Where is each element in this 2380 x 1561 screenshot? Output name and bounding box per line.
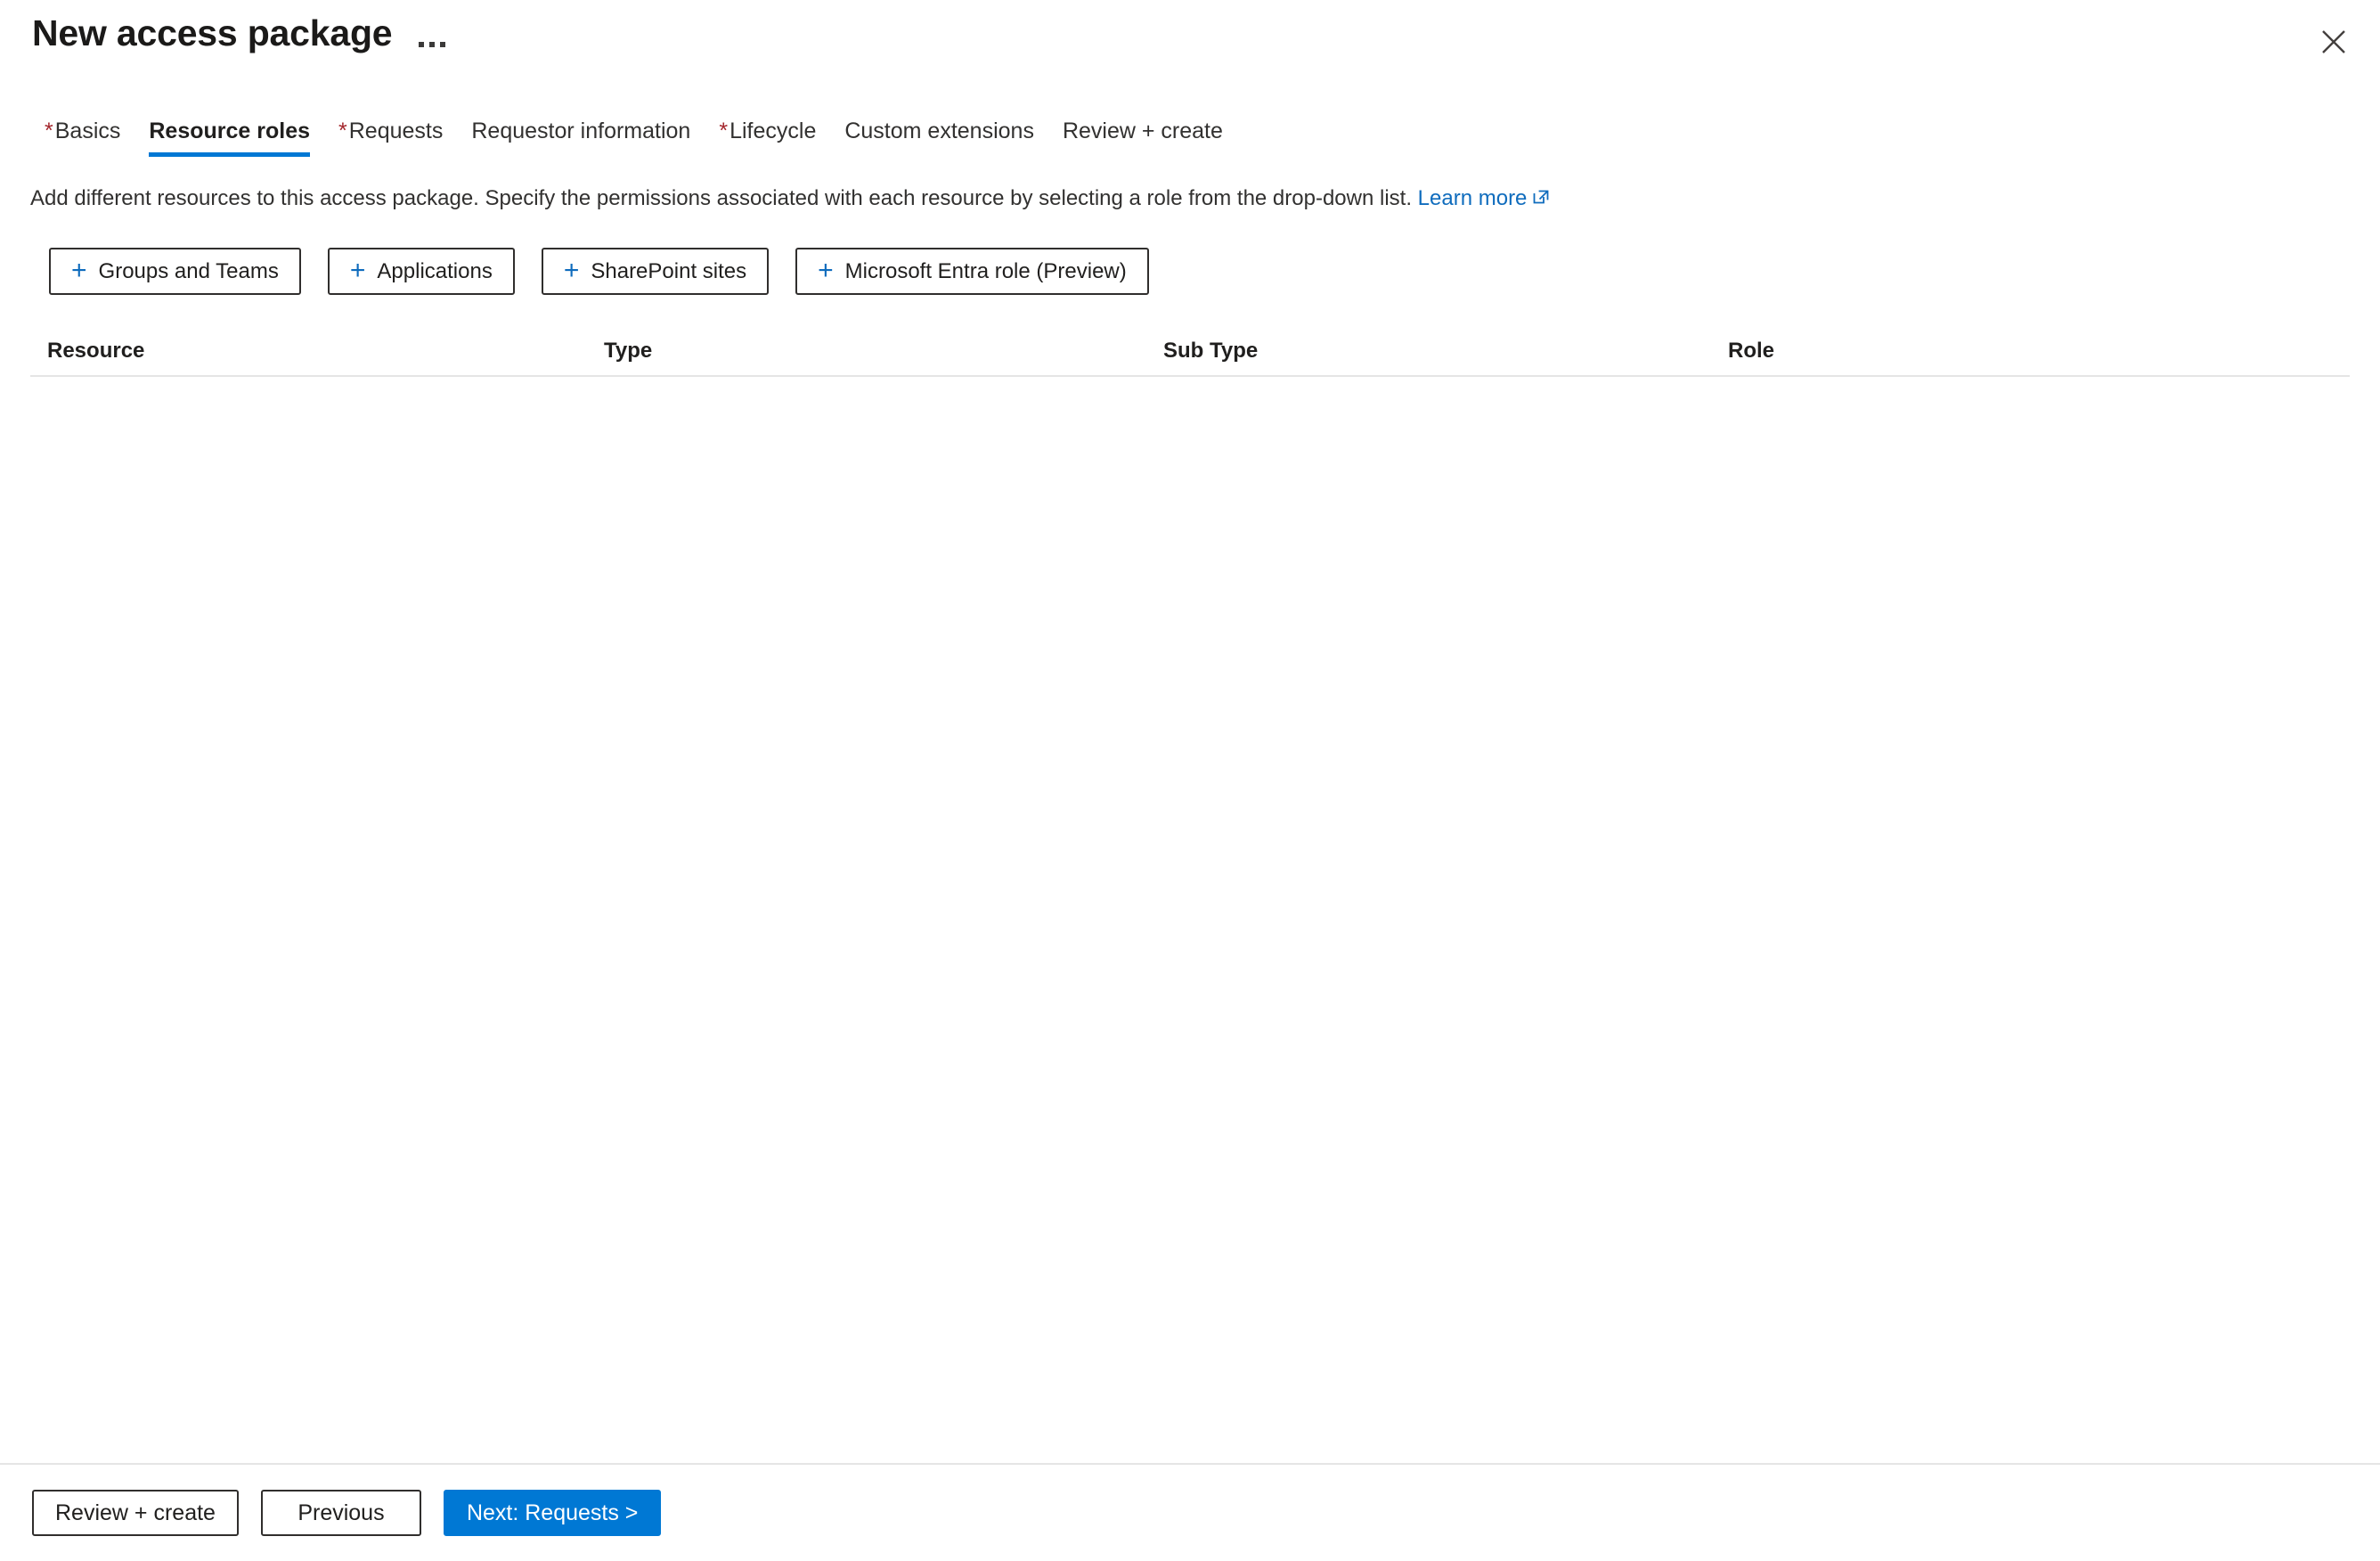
add-applications-label: Applications xyxy=(377,258,493,283)
tab-basics[interactable]: * Basics xyxy=(30,118,134,157)
tab-strip: * Basics Resource roles * Requests Reque… xyxy=(0,102,2380,157)
description-text: Add different resources to this access p… xyxy=(30,182,1607,216)
column-header-role: Role xyxy=(1728,339,1775,364)
plus-icon: + xyxy=(818,255,834,285)
next-requests-button[interactable]: Next: Requests > xyxy=(443,1490,662,1536)
description-body: Add different resources to this access p… xyxy=(30,186,1412,210)
column-header-resource: Resource xyxy=(47,339,145,364)
learn-more-label: Learn more xyxy=(1417,186,1528,210)
column-header-type: Type xyxy=(604,339,653,364)
add-groups-and-teams-label: Groups and Teams xyxy=(98,258,279,283)
add-entra-role-label: Microsoft Entra role (Preview) xyxy=(844,258,1127,283)
blade-title-row: New access package xyxy=(0,0,2380,54)
close-button[interactable] xyxy=(2305,16,2362,68)
plus-icon: + xyxy=(71,255,87,285)
next-requests-label: Next: Requests > xyxy=(466,1500,639,1525)
resource-roles-table: Resource Type Sub Type Role xyxy=(30,327,2350,413)
required-asterisk: * xyxy=(338,119,347,143)
tab-custom-extensions[interactable]: Custom extensions xyxy=(830,118,1048,157)
review-create-button[interactable]: Review + create xyxy=(32,1490,239,1536)
add-resource-command-bar: + Groups and Teams + Applications + Shar… xyxy=(49,248,2380,296)
tab-label: Resource roles xyxy=(149,119,311,143)
table-header-row: Resource Type Sub Type Role xyxy=(30,327,2350,378)
required-asterisk: * xyxy=(719,119,729,143)
external-link-icon xyxy=(1531,183,1551,216)
add-sharepoint-sites-button[interactable]: + SharePoint sites xyxy=(541,248,770,296)
review-create-label: Review + create xyxy=(55,1500,216,1525)
close-icon xyxy=(2319,27,2349,57)
tab-label: Lifecycle xyxy=(729,119,817,143)
table-body xyxy=(30,377,2350,413)
add-sharepoint-sites-label: SharePoint sites xyxy=(591,258,747,283)
plus-icon: + xyxy=(349,255,366,285)
tab-requestor-information[interactable]: Requestor information xyxy=(457,118,705,157)
tab-requests[interactable]: * Requests xyxy=(324,118,457,157)
tab-resource-roles[interactable]: Resource roles xyxy=(134,118,324,157)
tab-label: Review + create xyxy=(1062,119,1223,143)
page-title: New access package xyxy=(32,12,393,53)
plus-icon: + xyxy=(563,255,580,285)
add-applications-button[interactable]: + Applications xyxy=(327,248,515,296)
add-entra-role-button[interactable]: + Microsoft Entra role (Preview) xyxy=(795,248,1149,296)
blade-header: New access package xyxy=(0,0,2380,86)
tab-lifecycle[interactable]: * Lifecycle xyxy=(705,118,830,157)
previous-button[interactable]: Previous xyxy=(260,1490,421,1536)
previous-label: Previous xyxy=(298,1500,385,1525)
blade-footer: Review + create Previous Next: Requests … xyxy=(0,1463,2380,1561)
ellipsis-icon[interactable] xyxy=(419,15,446,53)
tab-label: Basics xyxy=(54,119,121,143)
required-asterisk: * xyxy=(45,119,53,143)
tab-label: Requests xyxy=(348,119,444,143)
tab-review-create[interactable]: Review + create xyxy=(1048,118,1237,157)
add-groups-and-teams-button[interactable]: + Groups and Teams xyxy=(49,248,301,296)
tab-label: Requestor information xyxy=(471,119,691,143)
learn-more-link[interactable]: Learn more xyxy=(1418,186,1552,210)
ellipsis-dot xyxy=(419,41,425,47)
ellipsis-dot xyxy=(429,41,436,47)
tab-label: Custom extensions xyxy=(844,119,1034,143)
column-header-sub-type: Sub Type xyxy=(1163,339,1259,364)
ellipsis-dot xyxy=(440,41,446,47)
